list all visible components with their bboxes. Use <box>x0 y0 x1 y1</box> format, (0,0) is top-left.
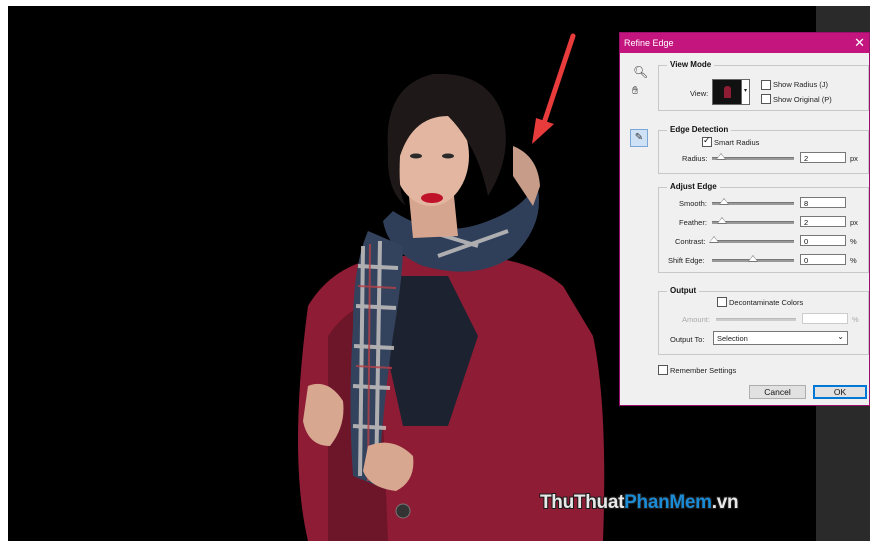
show-radius-checkbox[interactable] <box>761 80 771 90</box>
remember-settings-checkbox[interactable] <box>658 365 668 375</box>
view-mode-legend: View Mode <box>667 60 715 69</box>
output-to-label: Output To: <box>670 335 705 344</box>
cancel-button[interactable]: Cancel <box>749 385 806 399</box>
shift-edge-label: Shift Edge: <box>668 256 705 265</box>
refine-edge-dialog: Refine Edge ✕ 🔍︎ ✋︎ ✎ View Mode View: ▾ … <box>619 32 870 406</box>
amount-input[interactable] <box>802 313 848 324</box>
shift-edge-input[interactable]: 0 <box>800 254 846 265</box>
show-radius-label: Show Radius (J) <box>773 80 829 89</box>
close-icon[interactable]: ✕ <box>854 35 865 51</box>
watermark-part-c: .vn <box>711 492 739 513</box>
refine-radius-brush-icon[interactable]: ✎ <box>630 129 648 147</box>
output-to-value: Selection <box>717 334 748 343</box>
view-thumbnail[interactable] <box>712 79 742 105</box>
contrast-slider-thumb[interactable] <box>709 236 719 243</box>
smart-radius-checkbox[interactable] <box>702 135 712 147</box>
decontaminate-colors-label: Decontaminate Colors <box>729 298 804 307</box>
watermark-part-a: ThuThuat <box>540 492 625 513</box>
output-legend: Output <box>667 286 700 295</box>
contrast-unit: % <box>850 237 857 246</box>
shift-edge-unit: % <box>850 256 857 265</box>
smooth-slider-thumb[interactable] <box>719 198 729 205</box>
dialog-title: Refine Edge <box>624 38 674 48</box>
amount-unit: % <box>852 315 859 324</box>
radius-unit: px <box>850 154 858 163</box>
contrast-slider-track[interactable] <box>712 240 794 243</box>
smooth-input[interactable]: 8 <box>800 197 846 208</box>
decontaminate-colors-checkbox[interactable] <box>717 297 727 307</box>
radius-slider-thumb[interactable] <box>716 153 726 160</box>
edge-detection-legend: Edge Detection <box>667 125 732 134</box>
radius-label: Radius: <box>682 154 708 163</box>
feather-label: Feather: <box>679 218 707 227</box>
smart-radius-label: Smart Radius <box>714 138 760 147</box>
watermark-logo: ThuThuatPhanMem.vn <box>540 492 739 514</box>
zoom-tool-icon[interactable]: 🔍︎ <box>633 65 648 79</box>
feather-slider-thumb[interactable] <box>717 217 727 224</box>
dialog-titlebar[interactable]: Refine Edge ✕ <box>620 33 869 53</box>
adjust-edge-legend: Adjust Edge <box>667 182 720 191</box>
view-label: View: <box>690 89 709 98</box>
amount-label: Amount: <box>682 315 710 324</box>
show-original-label: Show Original (P) <box>773 95 832 104</box>
ok-button[interactable]: OK <box>813 385 867 399</box>
smooth-label: Smooth: <box>679 199 707 208</box>
chevron-down-icon: ⌄ <box>837 332 844 341</box>
contrast-input[interactable]: 0 <box>800 235 846 246</box>
watermark-part-b: PhanMem <box>624 492 712 513</box>
remember-settings-label: Remember Settings <box>670 366 737 375</box>
view-dropdown-chevron-icon[interactable]: ▾ <box>741 79 750 105</box>
show-original-checkbox[interactable] <box>761 94 771 104</box>
contrast-label: Contrast: <box>675 237 706 246</box>
amount-slider-track[interactable] <box>716 318 796 321</box>
feather-unit: px <box>850 218 858 227</box>
feather-input[interactable]: 2 <box>800 216 846 227</box>
radius-input[interactable]: 2 <box>800 152 846 163</box>
hand-tool-icon[interactable]: ✋︎ <box>632 85 638 98</box>
output-to-select[interactable]: Selection ⌄ <box>713 331 848 345</box>
shift-edge-slider-thumb[interactable] <box>748 255 758 262</box>
